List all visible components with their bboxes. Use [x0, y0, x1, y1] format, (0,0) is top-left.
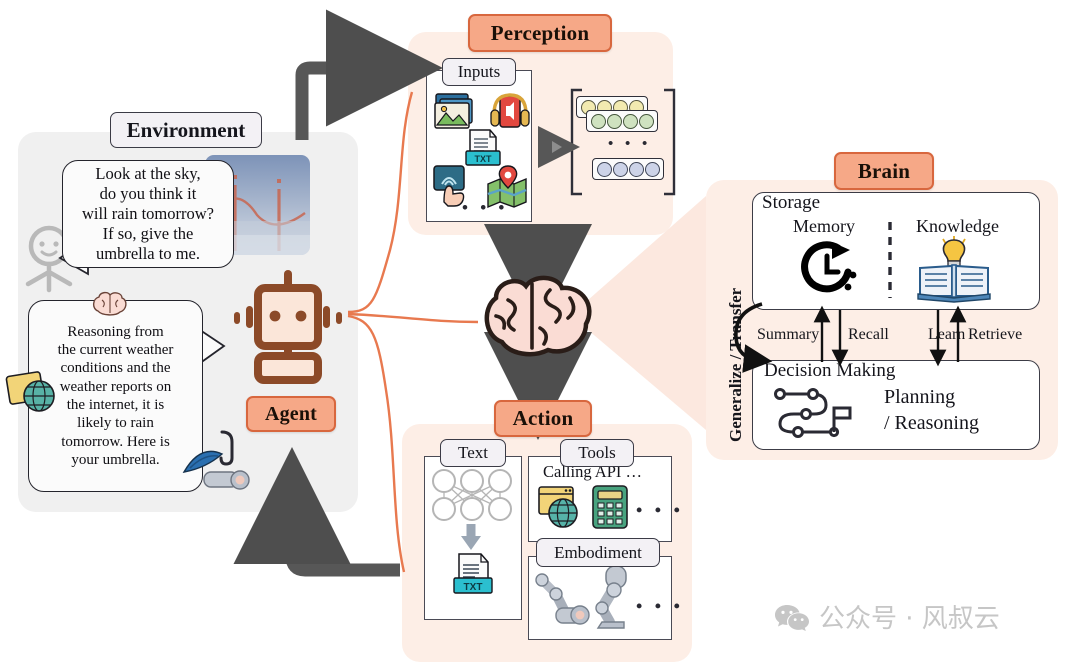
embedding-ellipsis: • • • — [608, 136, 652, 152]
action-embodiment-label: Embodiment — [536, 538, 660, 567]
user-speech-bubble: Look at the sky, do you think it will rain… — [62, 160, 234, 268]
perception-title-badge: Perception — [468, 14, 612, 52]
tools-ellipsis: • • • — [636, 500, 684, 520]
agent-bubble-text: Reasoning from the current weather conditi… — [57, 323, 174, 468]
clock-history-icon — [796, 240, 864, 300]
diagram-canvas: Environment Look at the sky, do you thin… — [0, 0, 1080, 665]
perception-inputs-label: Inputs — [442, 58, 516, 86]
action-text-arrow-icon — [461, 524, 481, 550]
center-brain-icon — [474, 272, 602, 358]
neural-network-icon — [430, 468, 514, 522]
brain-title-badge: Brain — [834, 152, 934, 190]
watermark: 公众号 · 风叔云 — [775, 598, 1000, 635]
wechat-icon — [775, 603, 809, 631]
text-file-icon-output: TXT — [452, 552, 494, 600]
agent-label-badge: Agent — [246, 396, 336, 432]
vector-green — [586, 110, 658, 132]
user-bubble-text: Look at the sky, do you think it will rain… — [82, 163, 214, 264]
embodiment-ellipsis: • • • — [636, 596, 684, 616]
environment-title: Environment — [110, 112, 262, 148]
svg-text:TXT: TXT — [464, 582, 483, 593]
calculator-icon — [590, 484, 630, 530]
svg-text:TXT: TXT — [475, 154, 493, 164]
browser-globe-icon — [537, 484, 585, 530]
action-title-badge: Action — [494, 400, 592, 437]
map-location-icon — [486, 164, 528, 209]
storage-dashed-divider — [888, 222, 892, 298]
brain-icon — [90, 289, 130, 319]
route-flag-icon — [768, 386, 868, 438]
touch-sensor-icon — [430, 162, 474, 208]
robot-icon — [232, 268, 344, 390]
action-tools-label: Tools — [560, 439, 634, 467]
perception-flow-arrow — [538, 126, 580, 168]
images-icon — [432, 92, 476, 130]
audio-headphones-icon — [490, 90, 530, 132]
watermark-text: 公众号 · 风叔云 — [819, 604, 1000, 634]
brain-flow-arrows — [813, 305, 967, 367]
book-lightbulb-icon — [916, 236, 992, 303]
vector-blue — [592, 158, 664, 180]
robot-leg-icon — [584, 564, 634, 630]
action-text-label: Text — [440, 439, 506, 467]
globe-internet-icon — [5, 368, 64, 416]
umbrella-robot-arm-icon — [178, 424, 260, 494]
